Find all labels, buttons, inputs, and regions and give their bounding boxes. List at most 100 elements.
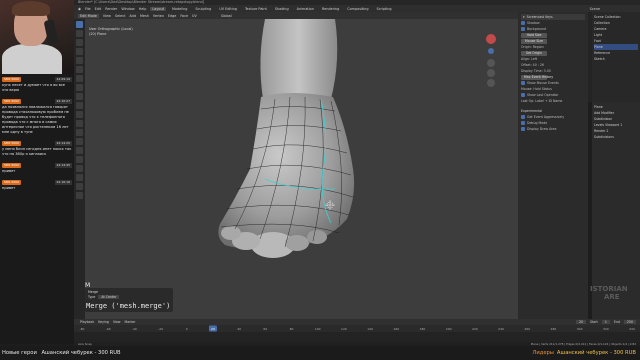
x-axis-icon[interactable] — [486, 34, 496, 44]
workspace-tab[interactable]: Scripting — [375, 7, 394, 11]
timeline-menu[interactable]: Playback — [80, 320, 94, 324]
blender-logo-icon[interactable]: ◉ — [78, 7, 81, 11]
chat-text: да появлялся повлажился говорят провода … — [2, 105, 69, 134]
timeline-area[interactable] — [74, 332, 640, 342]
viewport-menu-face[interactable]: Face — [180, 14, 188, 18]
menu-edit[interactable]: Edit — [95, 7, 102, 11]
bevel-tool-icon[interactable] — [76, 111, 83, 118]
setting-button[interactable]: Max Event History — [521, 74, 553, 80]
current-frame-field[interactable]: 20 — [575, 320, 587, 324]
navigation-gizmo[interactable] — [480, 29, 502, 89]
chat-timestamp: 22:10:27 — [54, 98, 72, 104]
chat-timestamp: 22:14:20 — [54, 140, 72, 146]
chat-user-badge: SMS 5000 — [2, 179, 21, 185]
smooth-tool-icon[interactable] — [76, 156, 83, 163]
chat-message: SMS 5000 22:14:20 у меня блин сегодня инет… — [2, 140, 72, 157]
camera-view-icon[interactable] — [487, 79, 495, 87]
setting-button[interactable]: Set Origin — [521, 50, 547, 56]
edge-slide-tool-icon[interactable] — [76, 165, 83, 172]
workspace-tab[interactable]: Shading — [273, 7, 291, 11]
chat-timestamp: 22:16:16 — [54, 179, 72, 185]
move-tool-icon[interactable] — [76, 39, 83, 46]
outliner: Scene Collection Collection Camera Light Foo… — [592, 12, 640, 102]
shear-tool-icon[interactable] — [76, 183, 83, 190]
viewport-menu-view[interactable]: View — [103, 14, 111, 18]
knife-tool-icon[interactable] — [76, 129, 83, 136]
transform-orientation[interactable]: Global — [221, 14, 232, 18]
menu-file[interactable]: File — [85, 7, 91, 11]
stream-chat: SMS 5000 22:09:19 кунк несет и думает что … — [0, 74, 74, 344]
checkbox-icon[interactable] — [521, 121, 525, 125]
chat-meta: SMS 5000 22:14:45 — [2, 162, 72, 168]
extrude-tool-icon[interactable] — [76, 93, 83, 100]
timeline-menu[interactable]: View — [113, 320, 121, 324]
checkbox-icon[interactable] — [521, 115, 525, 119]
workspace-tab[interactable]: Modeling — [170, 7, 189, 11]
outliner-item[interactable]: Sketch — [594, 56, 638, 62]
annotate-tool-icon[interactable] — [76, 75, 83, 82]
inset-tool-icon[interactable] — [76, 102, 83, 109]
transform-tool-icon[interactable] — [76, 66, 83, 73]
workspace-tab[interactable]: Texture Paint — [243, 7, 269, 11]
viewport-menu-mesh[interactable]: Mesh — [140, 14, 149, 18]
poly-build-tool-icon[interactable] — [76, 138, 83, 145]
checkbox-icon[interactable] — [521, 81, 525, 85]
ruler-tick-label: 340 — [629, 327, 635, 331]
3d-viewport[interactable]: User Orthographic (Local) (20) Plane — [85, 19, 518, 319]
viewport-menu-uv[interactable]: UV — [192, 14, 197, 18]
viewport-menu-vertex[interactable]: Vertex — [153, 14, 164, 18]
z-axis-icon[interactable] — [488, 48, 494, 54]
workspace-tab[interactable]: Sculpting — [193, 7, 213, 11]
viewport-menu-add[interactable]: Add — [129, 14, 136, 18]
viewport-menu-edge[interactable]: Edge — [168, 14, 177, 18]
setting-button[interactable]: Hold Size — [521, 32, 547, 38]
menu-render[interactable]: Render — [105, 7, 117, 11]
setting-label: Background — [527, 27, 547, 31]
checkbox-icon[interactable] — [521, 21, 525, 25]
chat-message: SMS 5000 22:09:19 кунк несет и думает что … — [2, 76, 72, 93]
ruler-tick-label: -80 — [80, 327, 85, 331]
webcam-feed — [0, 0, 74, 74]
pan-icon[interactable] — [487, 69, 495, 77]
ruler-tick-label: 280 — [551, 327, 557, 331]
ruler-tick-label: 40 — [237, 327, 241, 331]
workspace-tab[interactable]: UV Editing — [217, 7, 239, 11]
chat-timestamp: 22:14:45 — [54, 162, 72, 168]
workspace-tab[interactable]: Layout — [150, 6, 166, 11]
cursor-tool-icon[interactable] — [76, 30, 83, 37]
timeline-menu[interactable]: Marker — [125, 320, 136, 324]
scene-selector[interactable]: Scene — [590, 7, 640, 11]
chat-user-badge: SMS 5000 — [2, 98, 21, 104]
loop-cut-tool-icon[interactable] — [76, 120, 83, 127]
checkbox-icon[interactable] — [521, 127, 525, 131]
shrink-fatten-tool-icon[interactable] — [76, 174, 83, 181]
workspace-tab[interactable]: Compositing — [345, 7, 370, 11]
end-frame-field[interactable]: 250 — [623, 320, 636, 324]
experimental-option[interactable]: Display Draw Area — [521, 126, 585, 132]
zoom-icon[interactable] — [487, 59, 495, 67]
menu-window[interactable]: Window — [121, 7, 134, 11]
measure-tool-icon[interactable] — [76, 84, 83, 91]
scale-tool-icon[interactable] — [76, 57, 83, 64]
menu-help[interactable]: Help — [139, 7, 147, 11]
property-row[interactable]: Subdivisions — [594, 134, 638, 140]
viewport-menu-select[interactable]: Select — [115, 14, 125, 18]
spin-tool-icon[interactable] — [76, 147, 83, 154]
workspace-tab[interactable]: Rendering — [320, 7, 341, 11]
checkbox-icon[interactable] — [521, 93, 525, 97]
mode-select[interactable]: Edit Mode — [78, 13, 99, 18]
npanel-row: Last Op: Label + ID Name — [521, 98, 585, 104]
rip-tool-icon[interactable] — [76, 192, 83, 199]
start-frame-field[interactable]: 1 — [601, 320, 610, 324]
rotate-tool-icon[interactable] — [76, 48, 83, 55]
sidebar-n-panel: ▾ Screencast Keys Shadow Background Hold S… — [518, 12, 588, 319]
select-box-tool-icon[interactable] — [76, 21, 83, 28]
setting-button[interactable]: Mouse Size — [521, 38, 547, 44]
merge-type-select[interactable]: At Center — [98, 295, 120, 299]
workspace-tab[interactable]: Animation — [295, 7, 316, 11]
frame-ruler[interactable]: -80 -60 -40 -20 0 20 40 60 80 100 120 140 160 180 200 2… — [74, 325, 640, 332]
timeline-menu[interactable]: Keying — [98, 320, 109, 324]
checkbox-icon[interactable] — [521, 27, 525, 31]
ruler-tick-label: 140 — [367, 327, 373, 331]
setting-label: Last Op: Label + ID Name — [521, 99, 563, 103]
